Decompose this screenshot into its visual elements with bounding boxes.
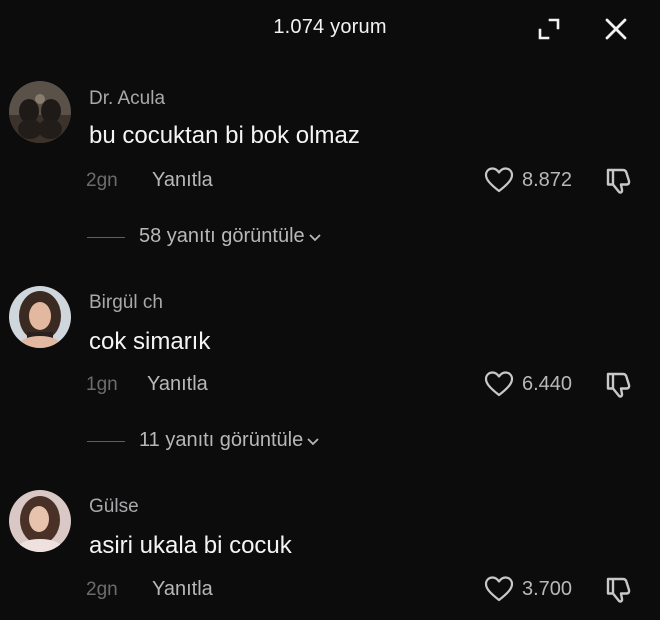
view-replies-label: 58 yanıtı görüntüle [139,225,305,247]
comment-text: cok simarık [89,328,211,355]
like-button[interactable]: 6.440 [484,370,584,400]
avatar[interactable] [9,81,71,143]
close-icon [605,18,627,40]
expand-button[interactable] [536,16,562,42]
close-button[interactable] [602,15,630,43]
avatar-image [9,286,71,348]
like-count: 3.700 [522,578,573,600]
comment-username[interactable]: Dr. Acula [89,88,165,110]
avatar-image [9,81,71,143]
comment-time: 2gn [86,579,118,600]
thumbs-down-icon [606,372,631,398]
like-count: 8.872 [522,169,573,191]
comments-panel: 1.074 yorum Dr. Acula bu cocuktan bi bok… [0,0,660,620]
reply-button[interactable]: Yanıtla [152,578,213,601]
heart-icon [484,167,514,193]
dislike-button[interactable] [604,370,634,400]
reply-button[interactable]: Yanıtla [147,373,208,396]
thumbs-down-icon [606,577,631,603]
replies-divider [87,441,125,442]
heart-icon [484,576,514,602]
reply-button[interactable]: Yanıtla [152,169,213,192]
like-button[interactable]: 3.700 [484,575,584,605]
like-button[interactable]: 8.872 [484,166,584,196]
dislike-button[interactable] [604,575,634,605]
comment-time: 1gn [86,374,118,395]
like-count: 6.440 [522,373,573,395]
comment-text: bu cocuktan bi bok olmaz [89,122,360,149]
replies-divider [87,237,125,238]
avatar[interactable] [9,490,71,552]
comment-username[interactable]: Birgül ch [89,292,163,314]
view-replies-button[interactable]: 58 yanıtı görüntüle [87,225,387,251]
comment-time: 2gn [86,170,118,191]
comment-text: asiri ukala bi cocuk [89,532,292,559]
heart-icon [484,371,514,397]
view-replies-button[interactable]: 11 yanıtı görüntüle [87,429,387,455]
chevron-down-icon [309,234,321,241]
thumbs-down-icon [606,168,631,194]
comments-header: 1.074 yorum [0,0,660,58]
dislike-button[interactable] [604,166,634,196]
view-replies-label: 11 yanıtı görüntüle [139,429,304,451]
chevron-down-icon [307,438,319,445]
avatar[interactable] [9,286,71,348]
expand-icon [538,18,560,40]
avatar-image [9,490,71,552]
comment-username[interactable]: Gülse [89,496,139,518]
